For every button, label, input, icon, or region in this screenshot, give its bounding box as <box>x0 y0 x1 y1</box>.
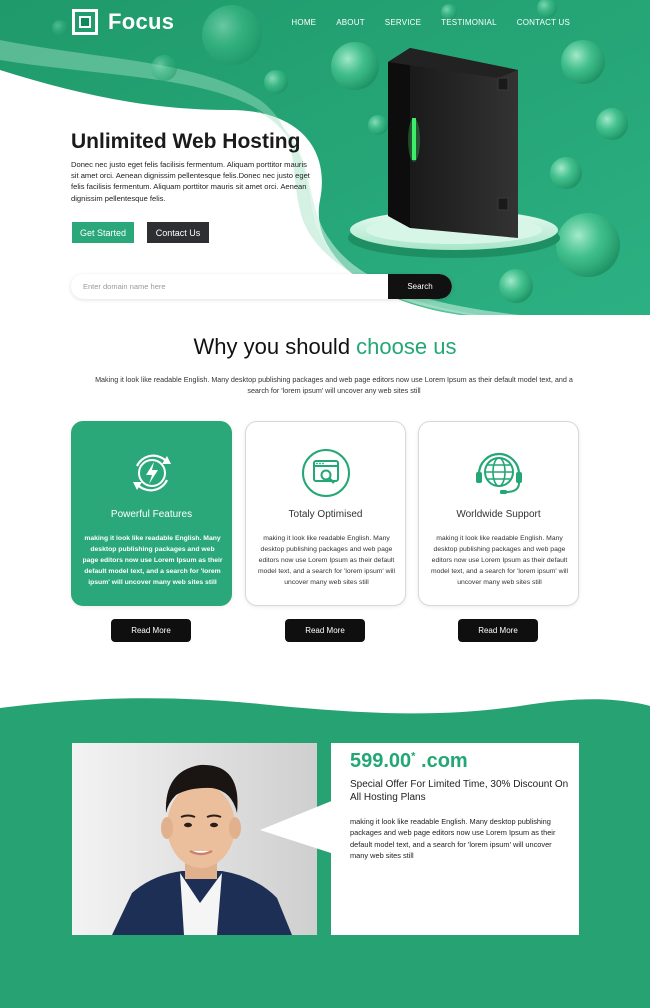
price-suffix: .com <box>415 750 468 772</box>
hero-section: Focus HOME ABOUT SERVICE TESTIMONIAL CON… <box>0 0 650 315</box>
search-button[interactable]: Search <box>388 274 452 299</box>
card-title: Worldwide Support <box>456 509 541 520</box>
top-navigation: Focus HOME ABOUT SERVICE TESTIMONIAL CON… <box>0 0 650 46</box>
offer-price: 599.00* .com <box>350 750 468 773</box>
globe-headset-icon <box>476 452 522 494</box>
contact-us-button[interactable]: Contact Us <box>147 222 209 243</box>
domain-search-bar: Search <box>71 274 452 299</box>
card-title: Totaly Optimised <box>288 509 363 520</box>
speech-bubble-tail <box>260 800 334 854</box>
nav-item-about[interactable]: ABOUT <box>336 18 365 27</box>
get-started-button[interactable]: Get Started <box>72 222 134 243</box>
browser-search-icon <box>302 449 350 497</box>
read-more-button-support[interactable]: Read More <box>458 619 538 642</box>
offer-headline: Special Offer For Limited Time, 30% Disc… <box>350 779 569 803</box>
lightning-refresh-icon <box>133 454 171 492</box>
logo-square-icon <box>72 9 98 35</box>
price-value: 599.00 <box>350 750 412 772</box>
why-title-accent: choose us <box>356 334 457 359</box>
read-more-button-optimised[interactable]: Read More <box>285 619 365 642</box>
domain-search-input[interactable] <box>83 274 383 299</box>
server-illustration <box>348 48 560 258</box>
read-more-button-powerful[interactable]: Read More <box>111 619 191 642</box>
card-text: making it look like readable English. Ma… <box>430 535 569 587</box>
brand-name: Focus <box>108 9 175 34</box>
feature-card-optimised[interactable]: Totaly Optimised making it look like rea… <box>245 421 406 606</box>
nav-item-service[interactable]: SERVICE <box>385 18 421 27</box>
nav-item-contact-us[interactable]: CONTACT US <box>517 18 570 27</box>
card-text: making it look like readable English. Ma… <box>82 535 223 587</box>
offer-description: making it look like readable English. Ma… <box>350 817 556 860</box>
feature-card-powerful[interactable]: Powerful Features making it look like re… <box>71 421 232 606</box>
brand-logo[interactable]: Focus <box>72 9 174 35</box>
card-text: making it look like readable English. Ma… <box>257 535 396 587</box>
feature-card-support[interactable]: Worldwide Support making it look like re… <box>418 421 579 606</box>
nav-item-home[interactable]: HOME <box>291 18 316 27</box>
why-section-title: Why you should choose us <box>0 334 650 360</box>
main-menu: HOME ABOUT SERVICE TESTIMONIAL CONTACT U… <box>271 18 570 27</box>
nav-item-testimonial[interactable]: TESTIMONIAL <box>441 18 497 27</box>
card-title: Powerful Features <box>110 509 193 520</box>
why-description: Making it look like readable English. Ma… <box>95 375 573 395</box>
hero-description: Donec nec justo eget felis facilisis fer… <box>71 160 310 203</box>
why-title-plain: Why you should <box>193 334 357 359</box>
hero-title: Unlimited Web Hosting <box>71 130 301 153</box>
